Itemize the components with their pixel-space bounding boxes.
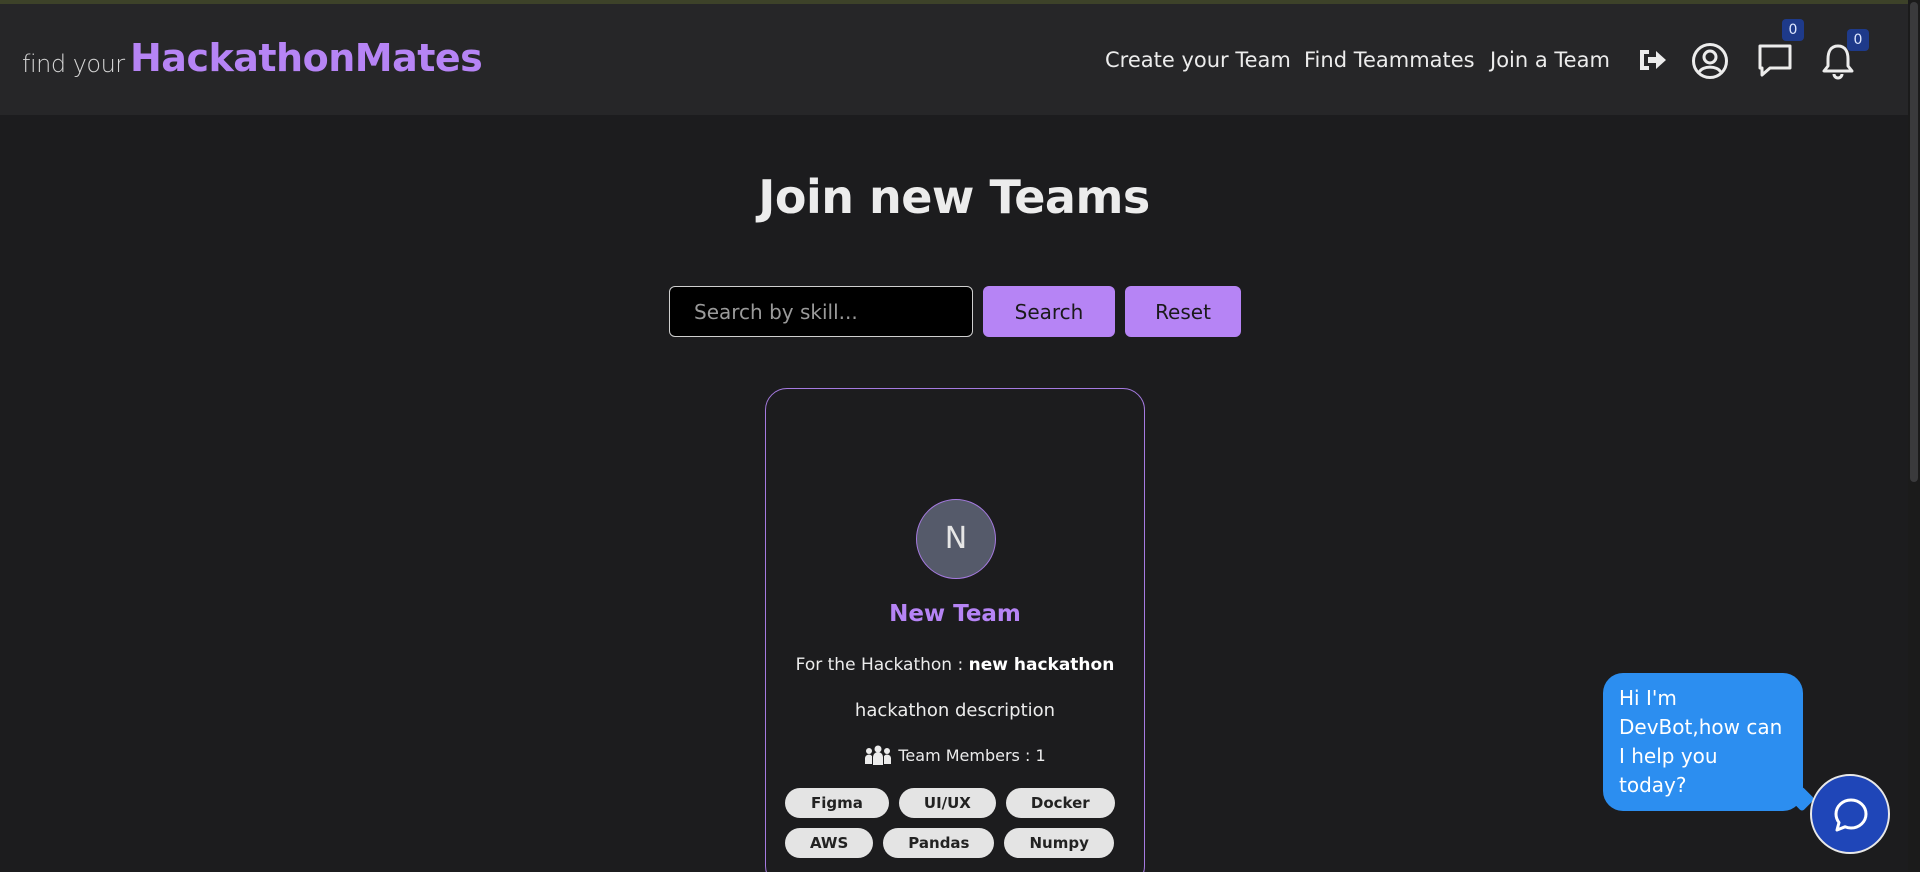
team-members-label: Team Members : 1 [898,746,1046,765]
logout-icon[interactable] [1636,44,1668,80]
brand-logo[interactable]: HackathonMates [130,36,483,80]
skill-tags: Figma UI/UX Docker AWS Pandas Numpy [785,788,1130,858]
skill-tag: Figma [785,788,889,818]
team-card[interactable]: N New Team For the Hackathon : new hacka… [765,388,1145,872]
chatbot-greeting-bubble: Hi I'm DevBot,how can I help you today? [1603,673,1803,811]
page-title: Join new Teams [758,170,1150,224]
scrollbar[interactable] [1908,0,1920,872]
notification-count-badge: 0 [1847,29,1869,51]
message-icon[interactable] [1756,42,1794,84]
skill-tag: UI/UX [898,788,996,818]
message-count-badge: 0 [1782,19,1804,41]
team-name[interactable]: New Team [766,601,1144,627]
chatbot-open-button[interactable] [1810,774,1890,854]
nav-find-teammates[interactable]: Find Teammates [1304,48,1475,72]
skill-tag: Numpy [1004,828,1114,858]
skill-tag: AWS [785,828,874,858]
skill-tag: Docker [1005,788,1115,818]
search-button[interactable]: Search [983,286,1115,337]
team-avatar: N [916,499,996,579]
reset-button[interactable]: Reset [1125,286,1241,337]
hackathon-name: new hackathon [968,655,1115,675]
hackathon-line: For the Hackathon : new hackathon [766,655,1144,675]
nav-join-team[interactable]: Join a Team [1490,48,1610,72]
chat-icon [1834,798,1868,832]
skill-search-input[interactable] [669,286,973,337]
team-members: Team Members : 1 [766,745,1144,765]
skill-tag: Pandas [883,828,995,858]
brand-prefix: find your [22,50,125,78]
hackathon-description: hackathon description [854,700,1056,721]
scrollbar-thumb[interactable] [1910,2,1918,482]
user-icon[interactable] [1691,42,1729,84]
people-icon [865,745,892,765]
hackathon-prefix: For the Hackathon : [795,655,969,675]
nav-create-team[interactable]: Create your Team [1105,48,1291,72]
navbar: find your HackathonMates Create your Tea… [0,4,1908,115]
